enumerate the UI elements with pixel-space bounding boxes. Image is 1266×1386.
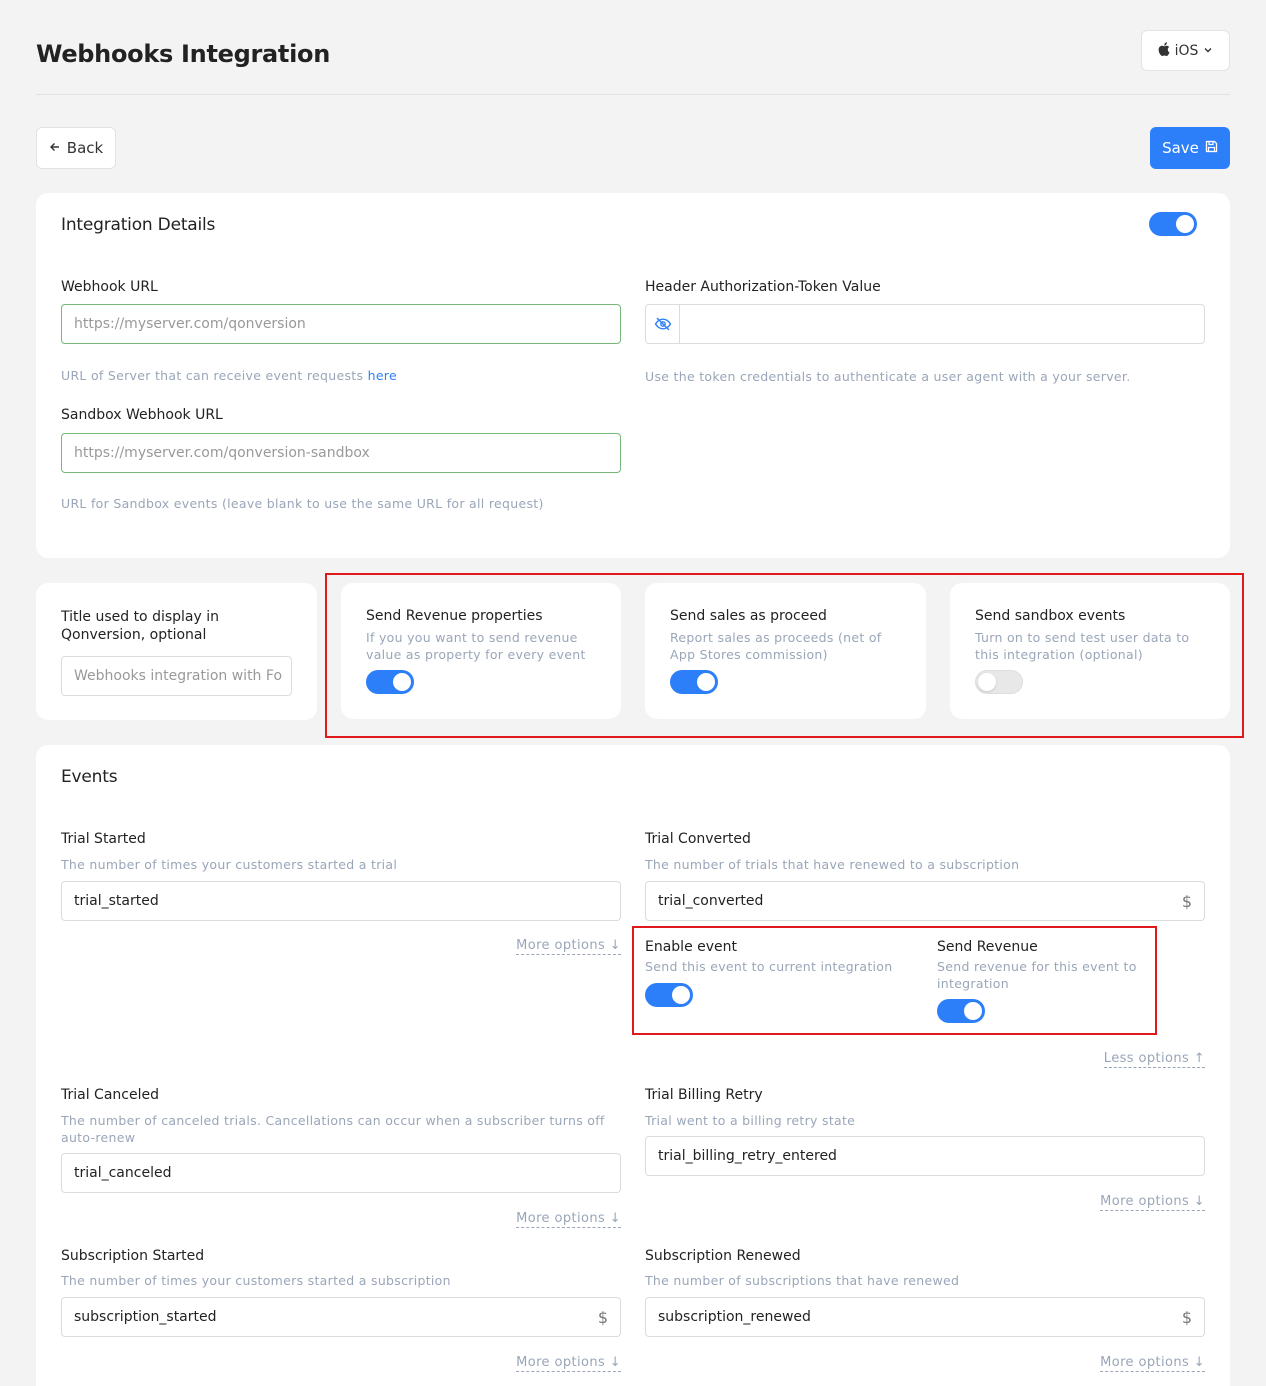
sandbox-url-input[interactable]: https://myserver.com/qonversion-sandbox [61,433,621,473]
integration-enabled-toggle[interactable] [1149,212,1197,236]
trial-canceled-hint: The number of canceled trials. Cancellat… [61,1113,605,1145]
back-label: Back [66,139,104,157]
platform-selector[interactable]: iOS [1141,30,1230,71]
webhook-url-hint-link[interactable]: here [368,368,397,383]
token-label: Header Authorization-Token Value [645,279,881,295]
subscription-started-label: Subscription Started [61,1248,205,1264]
trial-converted-value: trial_converted [658,893,764,909]
subscription-renewed-more-options[interactable]: More options ↓ [1100,1351,1205,1372]
back-button[interactable]: Back [36,127,116,169]
trial-started-label: Trial Started [61,831,146,847]
more-options-label: More options ↓ [1100,1194,1205,1211]
subscription-started-more-options[interactable]: More options ↓ [516,1351,621,1372]
subscription-renewed-hint: The number of subscriptions that have re… [645,1273,960,1288]
trial-billing-retry-input[interactable]: trial_billing_retry_entered [645,1136,1205,1176]
less-options-label: Less options ↑ [1103,1051,1205,1068]
sandbox-url-hint: URL for Sandbox events (leave blank to u… [61,496,544,511]
trial-started-more-options[interactable]: More options ↓ [516,934,621,955]
eye-off-icon[interactable] [646,305,680,343]
save-label: Save [1162,139,1199,157]
webhook-url-input[interactable]: https://myserver.com/qonversion [61,304,621,344]
trial-billing-retry-label: Trial Billing Retry [645,1087,763,1103]
more-options-label: More options ↓ [516,1211,621,1228]
trial-canceled-input[interactable]: trial_canceled [61,1153,621,1193]
events-card: Events Trial Started The number of times… [36,745,1230,1386]
header-divider [36,94,1230,95]
sandbox-url-label: Sandbox Webhook URL [61,407,223,423]
more-options-label: More options ↓ [516,1355,621,1372]
trial-canceled-value: trial_canceled [74,1165,172,1181]
dollar-icon: $ [1181,1307,1192,1327]
subscription-renewed-input[interactable]: subscription_renewed $ [645,1297,1205,1337]
webhook-url-hint-text: URL of Server that can receive event req… [61,368,364,383]
trial-billing-retry-value: trial_billing_retry_entered [658,1148,837,1164]
display-title-placeholder: Webhooks integration with Fo [74,668,283,684]
subscription-started-input[interactable]: subscription_started $ [61,1297,621,1337]
dollar-icon: $ [597,1307,608,1327]
token-hint: Use the token credentials to authenticat… [645,369,1131,384]
platform-label: iOS [1174,42,1199,59]
trial-started-input[interactable]: trial_started [61,881,621,921]
page-title: Webhooks Integration [36,40,330,68]
floppy-disk-icon [1205,139,1218,157]
events-title: Events [61,767,118,787]
dollar-icon: $ [1181,891,1192,911]
trial-converted-less-options[interactable]: Less options ↑ [1103,1047,1205,1068]
trial-billing-retry-hint: Trial went to a billing retry state [645,1113,856,1128]
trial-converted-input[interactable]: trial_converted $ [645,881,1205,921]
display-title-card: Title used to display in Qonversion, opt… [36,583,317,720]
subscription-renewed-label: Subscription Renewed [645,1248,801,1264]
arrow-left-icon [49,139,61,157]
trial-converted-hint: The number of trials that have renewed t… [645,857,1020,872]
trial-canceled-label: Trial Canceled [61,1087,159,1103]
subscription-started-hint: The number of times your customers start… [61,1273,451,1288]
more-options-label: More options ↓ [516,938,621,955]
integration-details-card: Integration Details Webhook URL https://… [36,193,1230,558]
trial-started-hint: The number of times your customers start… [61,857,398,872]
sandbox-url-placeholder: https://myserver.com/qonversion-sandbox [74,445,370,461]
token-input[interactable] [645,304,1205,344]
display-title-label: Title used to display in Qonversion, opt… [61,609,219,643]
trial-started-value: trial_started [74,893,159,909]
webhook-url-label: Webhook URL [61,279,158,295]
webhook-url-hint: URL of Server that can receive event req… [61,367,397,384]
subscription-renewed-value: subscription_renewed [658,1309,811,1325]
trial-billing-retry-more-options[interactable]: More options ↓ [1100,1190,1205,1211]
highlight-box-event-options [632,926,1157,1035]
webhook-url-placeholder: https://myserver.com/qonversion [74,316,306,332]
highlight-box-settings [325,573,1244,738]
apple-icon [1158,41,1170,60]
more-options-label: More options ↓ [1100,1355,1205,1372]
display-title-input[interactable]: Webhooks integration with Fo [61,656,292,696]
trial-converted-label: Trial Converted [645,831,751,847]
integration-details-title: Integration Details [61,215,216,235]
chevron-down-icon [1203,43,1213,59]
save-button[interactable]: Save [1150,127,1230,169]
trial-canceled-more-options[interactable]: More options ↓ [516,1207,621,1228]
subscription-started-value: subscription_started [74,1309,217,1325]
